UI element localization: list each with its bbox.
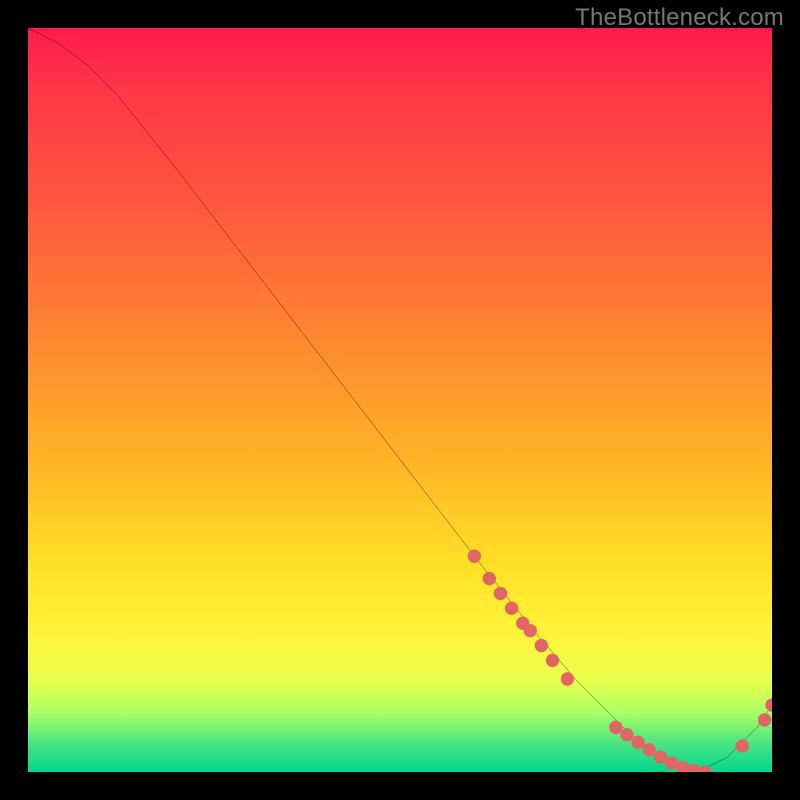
data-marker [609,721,622,734]
curve-layer [28,28,772,772]
data-marker [505,602,518,615]
data-marker [483,572,496,585]
data-marker [468,550,481,563]
data-marker [643,743,656,756]
data-marker [535,639,548,652]
data-marker [546,654,559,667]
data-marker [698,765,711,772]
bottleneck-curve [28,28,772,772]
data-marker [758,713,771,726]
data-marker [631,736,644,749]
curve-markers [468,550,772,772]
plot-area [28,28,772,772]
data-marker [494,587,507,600]
chart-frame: TheBottleneck.com [0,0,800,800]
data-marker [765,698,772,711]
data-marker [524,624,537,637]
data-marker [561,672,574,685]
data-marker [620,728,633,741]
data-marker [736,739,749,752]
watermark-text: TheBottleneck.com [575,4,784,32]
